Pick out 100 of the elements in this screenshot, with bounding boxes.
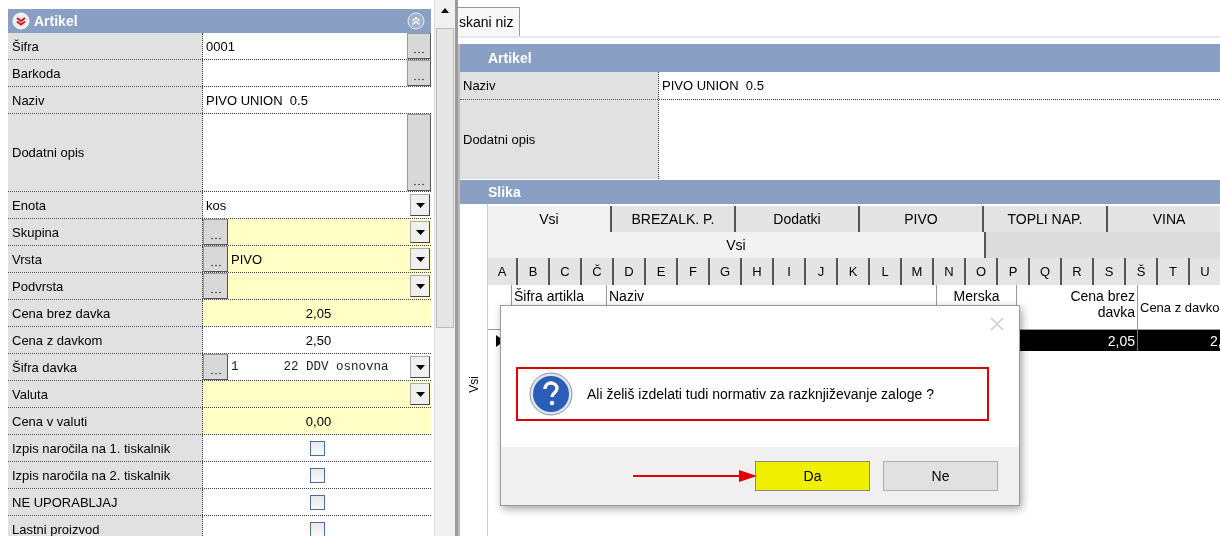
field-label: Cena brez davka	[8, 300, 203, 326]
field-label: Cena z davkom	[8, 327, 203, 353]
dropdown-arrow-icon	[415, 229, 425, 235]
table-cell: 2,05	[1017, 330, 1138, 351]
field-label: NE UPORABLJAJ	[8, 489, 203, 515]
browse-button[interactable]	[203, 219, 228, 245]
letter-tab[interactable]: E	[646, 258, 678, 285]
dropdown-button[interactable]	[410, 248, 430, 270]
field-label: Dodatni opis	[460, 100, 659, 179]
dialog-button[interactable]: Ne	[883, 461, 998, 491]
field-label: Dodatni opis	[8, 114, 203, 191]
question-icon	[529, 372, 573, 416]
field-label: Izpis naročila na 2. tiskalnik	[8, 462, 203, 488]
field-label: Šifra davka	[8, 354, 203, 380]
letter-tab[interactable]: O	[966, 258, 998, 285]
column-header[interactable]: Cena z davko	[1138, 285, 1220, 329]
browse-button[interactable]	[407, 60, 431, 86]
field-label: Vrsta	[8, 246, 203, 272]
field-label: Skupina	[8, 219, 203, 245]
dropdown-arrow-icon	[415, 391, 425, 397]
expand-icon[interactable]	[12, 12, 30, 30]
letter-tab[interactable]: D	[614, 258, 646, 285]
browse-button[interactable]	[203, 273, 228, 299]
combo-field[interactable]: kos	[203, 192, 431, 218]
browse-button[interactable]	[407, 33, 431, 59]
letter-tab[interactable]: F	[678, 258, 710, 285]
browse-button[interactable]	[203, 246, 228, 272]
letter-tab[interactable]: U	[1190, 258, 1220, 285]
combo-field[interactable]	[203, 273, 431, 299]
letter-tab[interactable]: Q	[1030, 258, 1062, 285]
category-tab[interactable]: PIVO	[860, 206, 984, 232]
letter-tab[interactable]: M	[902, 258, 934, 285]
field-label: Cena v valuti	[8, 408, 203, 434]
letter-tab[interactable]: P	[998, 258, 1030, 285]
scrollbar-thumb[interactable]	[436, 28, 454, 328]
combo-field[interactable]	[203, 219, 431, 245]
letter-tab[interactable]: B	[518, 258, 550, 285]
field-label: Izpis naročila na 1. tiskalnik	[8, 435, 203, 461]
field-label: Barkoda	[8, 60, 203, 86]
dropdown-button[interactable]	[410, 356, 430, 378]
section-title: Slika	[460, 180, 1220, 204]
ellipsis-icon	[210, 372, 221, 375]
dropdown-arrow-icon	[415, 202, 425, 208]
dropdown-button[interactable]	[410, 383, 430, 405]
letter-tab[interactable]: K	[838, 258, 870, 285]
combo-field[interactable]	[203, 381, 431, 407]
dropdown-button[interactable]	[410, 221, 430, 243]
field-label: Enota	[8, 192, 203, 218]
letter-tab[interactable]: C	[550, 258, 582, 285]
section-title: Artikel	[460, 44, 1220, 72]
checkbox[interactable]	[309, 440, 325, 456]
letter-tab[interactable]: Š	[1126, 258, 1158, 285]
checkbox[interactable]	[309, 494, 325, 510]
letter-tab[interactable]: Č	[582, 258, 614, 285]
ellipsis-icon	[414, 51, 424, 54]
checkbox[interactable]	[309, 467, 325, 483]
letter-tab[interactable]: R	[1062, 258, 1094, 285]
dropdown-button[interactable]	[410, 275, 430, 297]
dropdown-button[interactable]	[410, 194, 430, 216]
ellipsis-icon	[414, 183, 424, 186]
letter-tab[interactable]: S	[1094, 258, 1126, 285]
tab[interactable]: skani niz	[458, 7, 521, 36]
letter-tab[interactable]: L	[870, 258, 902, 285]
category-tab[interactable]: Dodatki	[736, 206, 860, 232]
combo-field[interactable]: PIVO	[203, 246, 431, 272]
category-tab[interactable]: VINA	[1108, 206, 1220, 232]
letter-tab[interactable]: T	[1158, 258, 1190, 285]
collapse-icon[interactable]	[407, 12, 425, 30]
dropdown-arrow-icon	[415, 256, 425, 262]
letter-tab[interactable]: J	[806, 258, 838, 285]
category-tab[interactable]: TOPLI NAP.	[984, 206, 1108, 232]
input-field[interactable]: 0001	[203, 33, 431, 59]
letter-tab[interactable]: H	[742, 258, 774, 285]
table-cell: 2,	[1138, 330, 1220, 351]
field-label: Naziv	[8, 87, 203, 113]
letter-tab[interactable]: N	[934, 258, 966, 285]
field-label: Valuta	[8, 381, 203, 407]
ellipsis-icon	[414, 78, 424, 81]
field-label: Naziv	[460, 72, 659, 99]
dialog-button[interactable]: Da	[755, 461, 870, 491]
scrollbar[interactable]	[434, 0, 455, 536]
category-tab[interactable]: Vsi	[488, 206, 612, 232]
letter-tab[interactable]: I	[774, 258, 806, 285]
letter-tab[interactable]: A	[488, 258, 518, 285]
input-field[interactable]: 0,00	[203, 408, 431, 434]
browse-button[interactable]	[407, 114, 431, 191]
combo-field[interactable]: 1 22 DDV osnovna	[203, 354, 431, 380]
message-text: Ali želiš izdelati tudi normativ za razknjiževanje zaloge ?	[587, 386, 935, 402]
ellipsis-icon	[210, 237, 221, 240]
input-field[interactable]: PIVO UNION 0.5	[659, 72, 1220, 99]
checkbox[interactable]	[309, 521, 325, 536]
category-tab[interactable]: BREZALK. P.	[612, 206, 736, 232]
dropdown-arrow-icon	[415, 283, 425, 289]
section-title: Artikel	[34, 13, 78, 29]
browse-button[interactable]	[203, 354, 228, 380]
subcategory-tab[interactable]: Vsi	[488, 232, 986, 258]
field-label: Lastni proizvod	[8, 516, 203, 536]
input-field[interactable]: 2,05	[203, 300, 431, 326]
ellipsis-icon	[210, 264, 221, 267]
letter-tab[interactable]: G	[710, 258, 742, 285]
